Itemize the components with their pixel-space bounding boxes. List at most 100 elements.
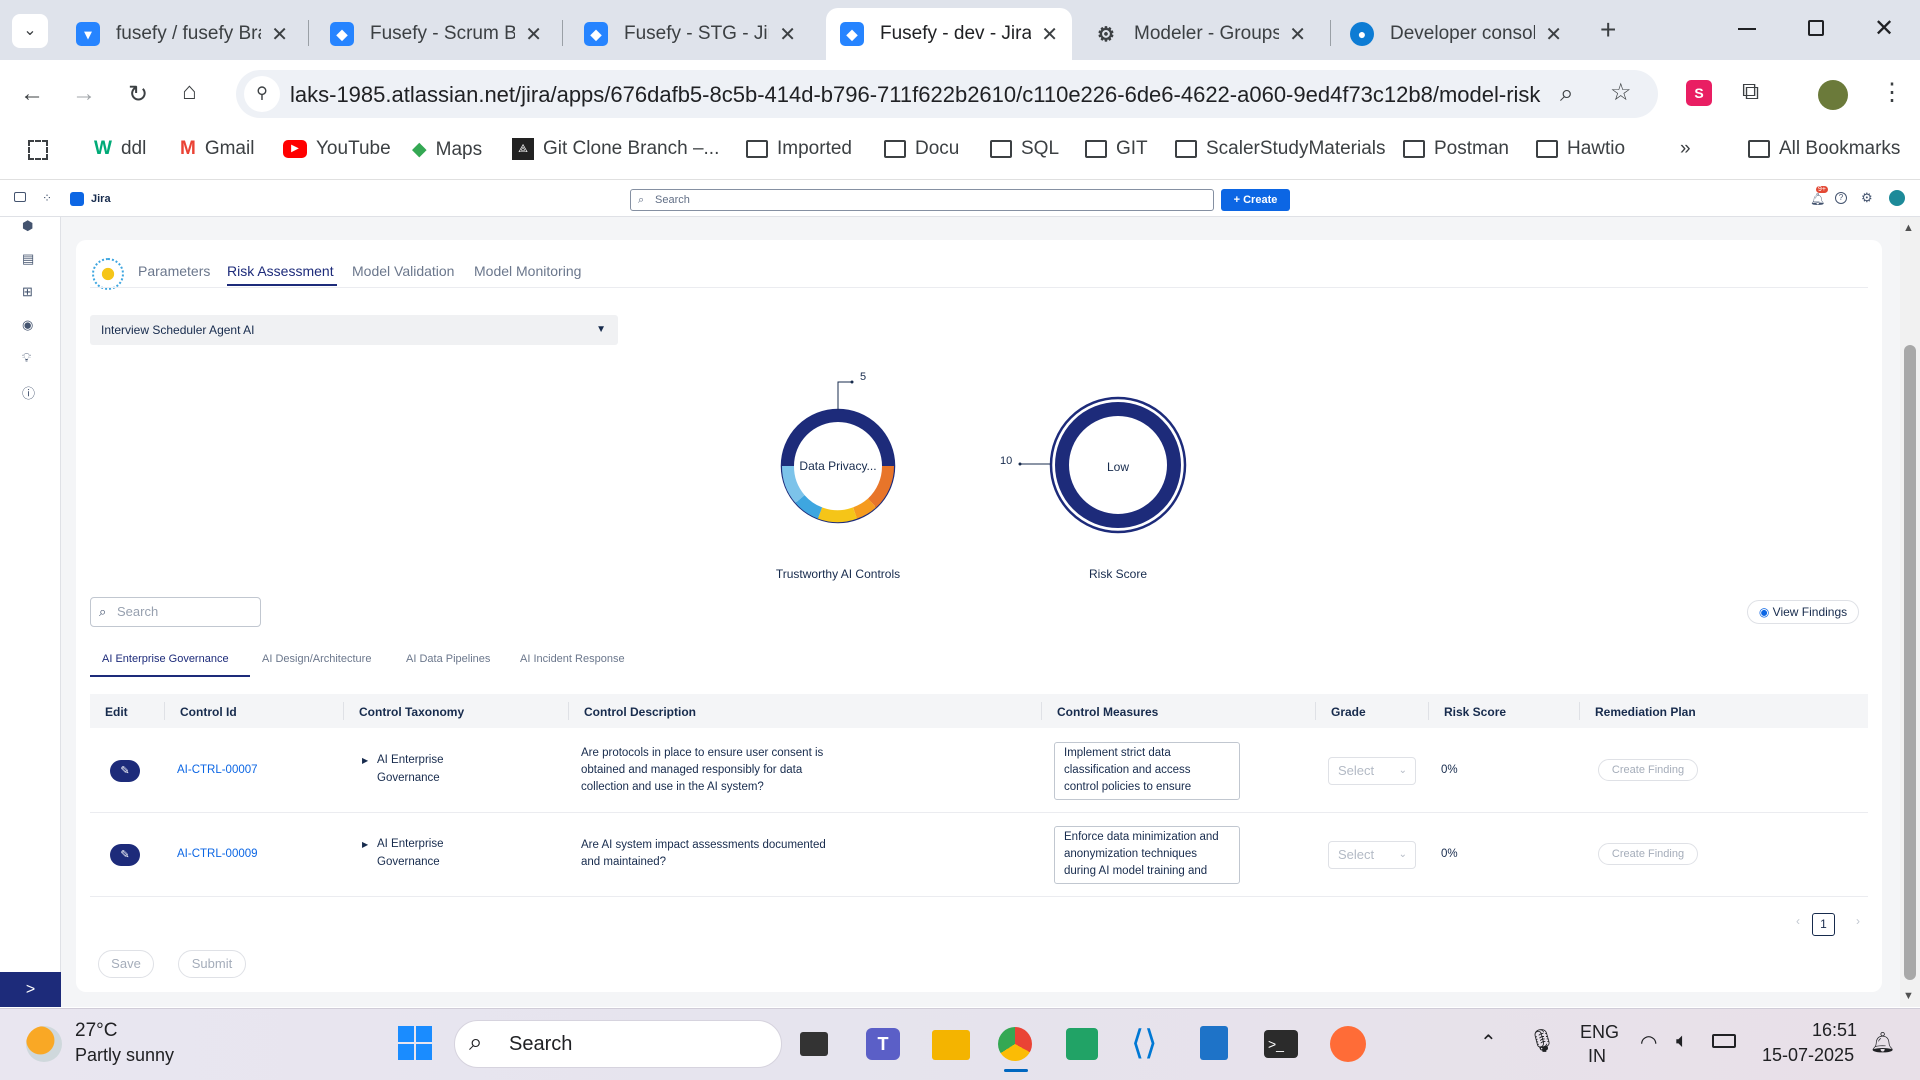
control-id-link[interactable]: AI-CTRL-00007 bbox=[177, 762, 258, 779]
sidebar-toggle-icon[interactable] bbox=[14, 192, 26, 202]
close-icon[interactable]: ✕ bbox=[525, 22, 542, 47]
clock-time[interactable]: 16:51 bbox=[1812, 1020, 1857, 1041]
weather-description[interactable]: Partly sunny bbox=[75, 1045, 174, 1066]
user-avatar[interactable] bbox=[1889, 190, 1905, 206]
chrome-icon[interactable] bbox=[998, 1027, 1032, 1061]
file-explorer-icon[interactable] bbox=[932, 1030, 970, 1060]
subtab-ai-incident-response[interactable]: AI Incident Response bbox=[520, 653, 625, 665]
board-icon[interactable]: ▤ bbox=[22, 251, 34, 267]
microphone-muted-icon[interactable]: 🎙︎ bbox=[1528, 1028, 1556, 1054]
bookmark-git-clone[interactable]: ⟁ Git Clone Branch –... bbox=[512, 138, 719, 160]
view-findings-button[interactable]: ◉ View Findings bbox=[1747, 600, 1859, 624]
bookmark-ddl[interactable]: Wddl bbox=[94, 138, 146, 160]
close-icon[interactable]: ✕ bbox=[271, 22, 288, 47]
bookmark-folder-imported[interactable]: Imported bbox=[746, 138, 852, 160]
close-window-icon[interactable]: ✕ bbox=[1874, 14, 1894, 43]
apps-grid-icon[interactable] bbox=[28, 140, 48, 160]
volume-icon[interactable]: 🔈︎ bbox=[1676, 1030, 1688, 1053]
back-icon[interactable]: ← bbox=[20, 80, 44, 108]
weather-icon[interactable] bbox=[26, 1026, 62, 1062]
tab-model-validation[interactable]: Model Validation bbox=[352, 263, 454, 279]
tab-risk-assessment[interactable]: Risk Assessment bbox=[227, 263, 334, 279]
url-text[interactable]: laks-1985.atlassian.net/jira/apps/676daf… bbox=[290, 82, 1540, 108]
scroll-up-icon[interactable]: ▲ bbox=[1903, 222, 1914, 234]
battery-icon[interactable] bbox=[1712, 1034, 1736, 1048]
table-search-input[interactable]: ⌕ Search bbox=[90, 597, 261, 627]
lightbulb-icon[interactable]: 💡︎ bbox=[22, 350, 31, 366]
bookmark-youtube[interactable]: ▶ YouTube bbox=[283, 138, 391, 160]
wifi-icon[interactable]: ◠ bbox=[1640, 1030, 1657, 1055]
github-icon[interactable]: ◉ bbox=[22, 317, 33, 333]
close-icon[interactable]: ✕ bbox=[1041, 22, 1058, 47]
control-measures-textarea[interactable]: Enforce data minimization and anonymizat… bbox=[1054, 826, 1240, 884]
pagination-prev-icon[interactable]: ‹ bbox=[1796, 914, 1800, 928]
task-view-icon[interactable] bbox=[800, 1032, 828, 1056]
forward-icon[interactable]: → bbox=[72, 80, 96, 108]
create-finding-button[interactable]: Create Finding bbox=[1598, 759, 1698, 781]
bookmark-all[interactable]: All Bookmarks bbox=[1748, 138, 1900, 160]
notepad-icon[interactable] bbox=[1200, 1026, 1228, 1060]
browser-tab-active[interactable]: ◆ Fusefy - dev - Jira ✕ bbox=[826, 8, 1072, 60]
minimize-icon[interactable] bbox=[1738, 28, 1756, 30]
save-button[interactable]: Save bbox=[98, 950, 154, 978]
browser-tab[interactable]: ● Developer console ✕ bbox=[1336, 8, 1576, 60]
excel-icon[interactable] bbox=[1066, 1028, 1098, 1060]
package-icon[interactable]: ⬢ bbox=[22, 218, 33, 234]
extensions-puzzle-icon[interactable]: ⧉ bbox=[1742, 78, 1759, 106]
taxonomy-expand-icon[interactable]: ▶ bbox=[362, 752, 368, 769]
bookmark-folder-hawtio[interactable]: Hawtio bbox=[1536, 138, 1625, 160]
help-icon[interactable]: ? bbox=[1835, 192, 1847, 204]
tab-model-monitoring[interactable]: Model Monitoring bbox=[474, 263, 581, 279]
profile-avatar[interactable] bbox=[1818, 80, 1848, 110]
taskbar-search[interactable]: ⌕ Search bbox=[454, 1020, 782, 1068]
control-measures-textarea[interactable]: Implement strict data classification and… bbox=[1054, 742, 1240, 800]
vscode-icon[interactable]: ⟨⟩ bbox=[1131, 1026, 1158, 1060]
zoom-icon[interactable]: ⌕ bbox=[1560, 80, 1573, 108]
info-icon[interactable]: ⓘ bbox=[22, 383, 35, 402]
app-switcher-icon[interactable]: ⁘ bbox=[42, 191, 52, 205]
terminal-icon[interactable]: >_ bbox=[1264, 1030, 1298, 1058]
windows-start-icon[interactable] bbox=[398, 1026, 432, 1060]
close-icon[interactable]: ✕ bbox=[779, 22, 796, 47]
extension-icon[interactable]: S bbox=[1686, 80, 1712, 106]
jira-product-name[interactable]: Jira bbox=[91, 193, 111, 205]
table-icon[interactable]: ⊞ bbox=[22, 284, 33, 300]
subtab-ai-data-pipelines[interactable]: AI Data Pipelines bbox=[406, 653, 490, 665]
home-icon[interactable]: ⌂ bbox=[182, 78, 197, 106]
site-info-icon[interactable]: ⚲ bbox=[244, 76, 280, 112]
bookmark-star-icon[interactable]: ☆ bbox=[1610, 78, 1632, 107]
restore-icon[interactable] bbox=[1808, 20, 1824, 36]
taxonomy-expand-icon[interactable]: ▶ bbox=[362, 836, 368, 853]
language-bottom[interactable]: IN bbox=[1588, 1046, 1606, 1067]
bookmark-folder-sql[interactable]: SQL bbox=[990, 138, 1059, 160]
browser-tab[interactable]: ▾ fusefy / fusefy Bran ✕ bbox=[62, 8, 302, 60]
weather-temperature[interactable]: 27°C bbox=[75, 1020, 117, 1042]
bookmark-maps[interactable]: ◆ Maps bbox=[412, 138, 482, 161]
browser-tab[interactable]: ◆ Fusefy - Scrum Boa ✕ bbox=[316, 8, 556, 60]
scroll-down-icon[interactable]: ▼ bbox=[1903, 990, 1914, 1002]
postman-icon[interactable] bbox=[1330, 1026, 1366, 1062]
jira-search-input[interactable]: ⌕ Search bbox=[630, 189, 1214, 211]
show-hidden-icons[interactable]: ⌃ bbox=[1480, 1030, 1497, 1055]
bookmark-folder-git[interactable]: GIT bbox=[1085, 138, 1148, 160]
grade-select[interactable]: Select ⌄ bbox=[1328, 841, 1416, 869]
bookmark-folder-docu[interactable]: Docu bbox=[884, 138, 959, 160]
subtab-ai-enterprise-governance[interactable]: AI Enterprise Governance bbox=[102, 653, 229, 665]
clock-date[interactable]: 15-07-2025 bbox=[1762, 1045, 1854, 1066]
edit-button[interactable]: ✎ bbox=[110, 760, 140, 782]
expand-sidebar-button[interactable]: > bbox=[0, 972, 61, 1007]
model-select-dropdown[interactable]: Interview Scheduler Agent AI ▼ bbox=[90, 315, 618, 345]
bookmark-folder-scaler[interactable]: ScalerStudyMaterials bbox=[1175, 138, 1386, 160]
menu-icon[interactable]: ⋮ bbox=[1880, 78, 1904, 107]
settings-gear-icon[interactable]: ⚙ bbox=[1861, 190, 1873, 206]
close-icon[interactable]: ✕ bbox=[1545, 22, 1562, 47]
notification-center-icon[interactable]: 🔔︎ bbox=[1870, 1030, 1895, 1055]
close-icon[interactable]: ✕ bbox=[1289, 22, 1306, 47]
language-top[interactable]: ENG bbox=[1580, 1022, 1619, 1043]
reload-icon[interactable]: ↻ bbox=[128, 80, 148, 109]
browser-tab[interactable]: ◆ Fusefy - STG - Jira ✕ bbox=[570, 8, 810, 60]
tab-parameters[interactable]: Parameters bbox=[138, 263, 210, 279]
edit-button[interactable]: ✎ bbox=[110, 844, 140, 866]
notifications-icon[interactable]: 🔔︎ bbox=[1810, 192, 1825, 206]
scrollbar-thumb[interactable] bbox=[1904, 345, 1916, 980]
